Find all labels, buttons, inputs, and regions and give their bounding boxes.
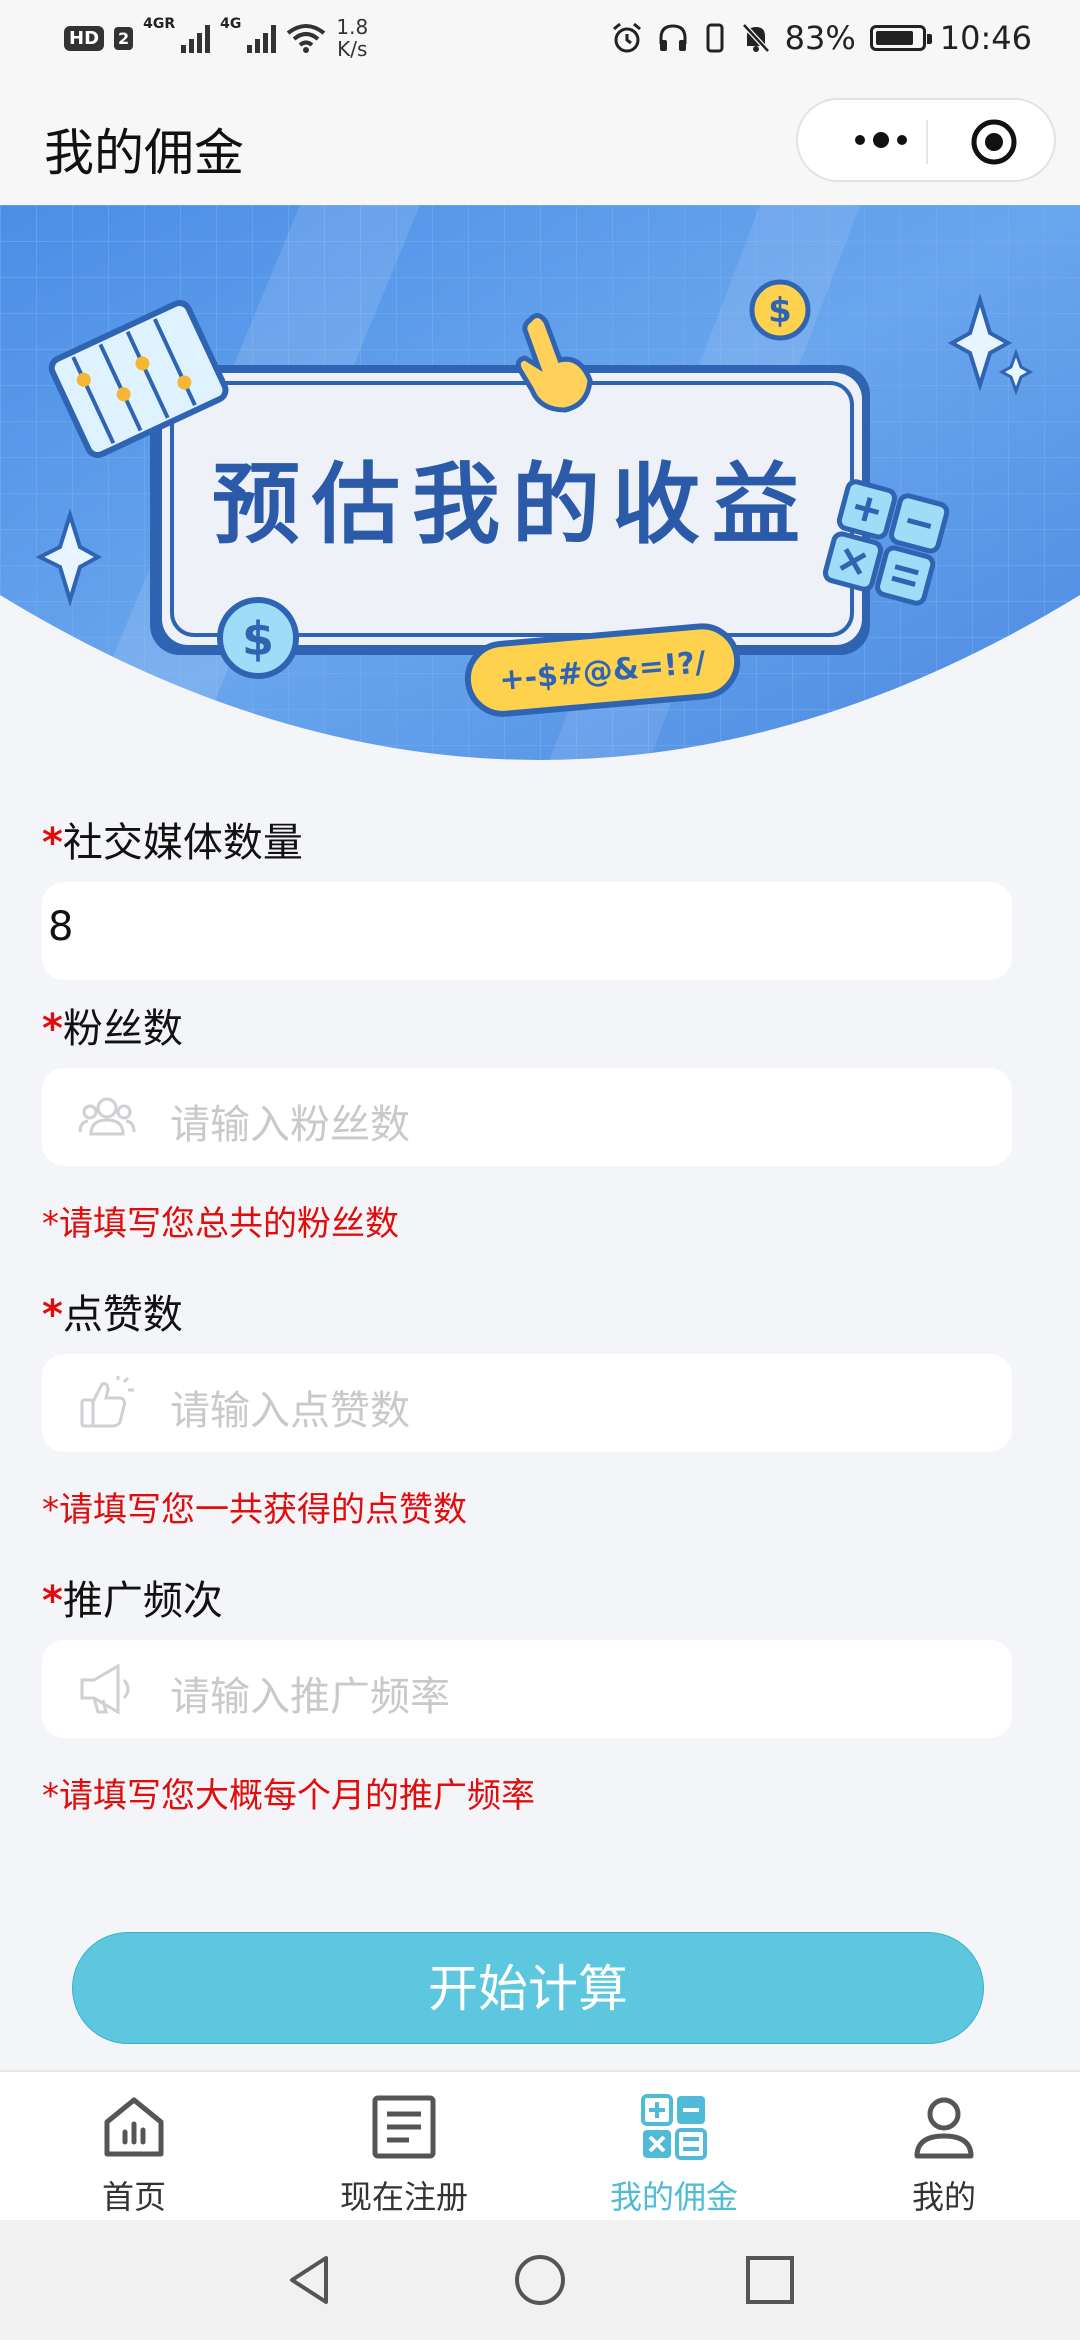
network-label-2: 4G (220, 16, 242, 32)
signal-icon (181, 23, 211, 53)
promotion-frequency-input[interactable]: 请输入推广频率 (42, 1640, 1012, 1738)
navigation-bar: 我的佣金 (0, 75, 1080, 205)
media-count-label: *社交媒体数量 (42, 810, 303, 868)
tab-me-label: 我的 (911, 2178, 976, 2216)
banner: 预估我的收益 $ $ +-$#@&=!?/ (0, 205, 1080, 785)
close-target-icon[interactable] (970, 118, 1018, 166)
promotion-frequency-placeholder: 请输入推广频率 (170, 1674, 450, 1720)
followers-label: *粉丝数 (42, 996, 183, 1054)
alarm-icon (612, 22, 641, 53)
more-icon[interactable] (838, 120, 938, 160)
followers-placeholder: 请输入粉丝数 (170, 1102, 410, 1148)
promotion-frequency-hint: *请填写您大概每个月的推广频率 (42, 1776, 535, 1816)
clock: 10:46 (939, 19, 1032, 57)
followers-hint: *请填写您总共的粉丝数 (42, 1204, 399, 1244)
likes-label: *点赞数 (42, 1282, 183, 1340)
tab-commission-label: 我的佣金 (609, 2178, 738, 2216)
back-icon[interactable] (282, 2252, 338, 2308)
status-left: HD 2 4GR 4G 1.8 K/s (64, 16, 368, 60)
home-circle-icon[interactable] (512, 2252, 568, 2308)
tab-home[interactable]: 首页 (34, 2092, 234, 2216)
hd-badge: HD (64, 25, 105, 51)
speed-unit: K/s (337, 37, 368, 61)
likes-label-text: 点赞数 (62, 1292, 183, 1338)
dollar-coin-icon: $ (749, 279, 811, 341)
tab-register[interactable]: 现在注册 (304, 2092, 504, 2216)
followers-label-text: 粉丝数 (62, 1006, 183, 1052)
home-chart-icon (104, 2097, 164, 2157)
followers-input[interactable]: 请输入粉丝数 (42, 1068, 1012, 1166)
signal-icon (247, 23, 277, 53)
document-icon (372, 2095, 436, 2159)
vibrate-icon (706, 23, 724, 53)
status-right: 83% 10:46 (611, 18, 1032, 58)
recents-square-icon[interactable] (742, 2252, 798, 2308)
likes-input[interactable]: 请输入点赞数 (42, 1354, 1012, 1452)
required-mark: * (42, 820, 63, 866)
system-navigation-bar (0, 2220, 1080, 2340)
coin-symbol: $ (768, 291, 792, 331)
media-count-input[interactable]: 8 (42, 882, 1012, 980)
tab-home-label: 首页 (101, 2178, 166, 2216)
banner-title: 预估我的收益 (212, 453, 812, 556)
banner-illustration: 预估我的收益 $ $ +-$#@&=!?/ (0, 205, 1080, 760)
page-title: 我的佣金 (44, 124, 244, 182)
headphones-icon (659, 24, 687, 51)
thumbs-up-icon (80, 1376, 134, 1428)
capsule-divider (926, 120, 928, 164)
required-mark: * (42, 1006, 63, 1052)
promotion-frequency-label-text: 推广频次 (62, 1578, 223, 1624)
network-type-1: 4G (143, 16, 165, 32)
speed-value: 1.8 (336, 15, 369, 39)
battery-icon (869, 25, 932, 51)
start-calculation-button[interactable]: 开始计算 (72, 1932, 984, 2044)
calculator-icon (641, 2094, 707, 2160)
megaphone-icon (80, 1663, 130, 1715)
mini-program-capsule (796, 98, 1056, 182)
wifi-icon (287, 24, 326, 53)
people-icon (78, 1097, 136, 1136)
tab-me[interactable]: 我的 (844, 2092, 1044, 2216)
battery-percent: 83% (784, 19, 856, 57)
tab-bar: 首页 现在注册 我的佣金 我的 (0, 2070, 1080, 2220)
required-mark: * (42, 1578, 63, 1624)
likes-hint: *请填写您一共获得的点赞数 (42, 1490, 467, 1530)
media-count-value: 8 (48, 904, 74, 950)
sim-badge: 2 (114, 26, 134, 50)
status-bar: HD 2 4GR 4G 1.8 K/s 83% 10:46 (0, 0, 1080, 75)
roaming-mark: R (164, 16, 176, 32)
likes-placeholder: 请输入点赞数 (170, 1388, 410, 1434)
mute-bell-icon (741, 23, 770, 53)
person-icon (914, 2097, 974, 2159)
network-speed: 1.8 K/s (336, 16, 368, 60)
tab-register-label: 现在注册 (339, 2178, 468, 2216)
tab-commission[interactable]: 我的佣金 (574, 2092, 774, 2216)
dollar-coin-icon: $ (217, 597, 299, 679)
promotion-frequency-label: *推广频次 (42, 1568, 223, 1626)
media-count-label-text: 社交媒体数量 (62, 820, 303, 866)
battery-fill (875, 31, 913, 45)
required-mark: * (42, 1292, 63, 1338)
coin-symbol: $ (242, 612, 274, 666)
network-label-1: 4GR (143, 16, 175, 32)
